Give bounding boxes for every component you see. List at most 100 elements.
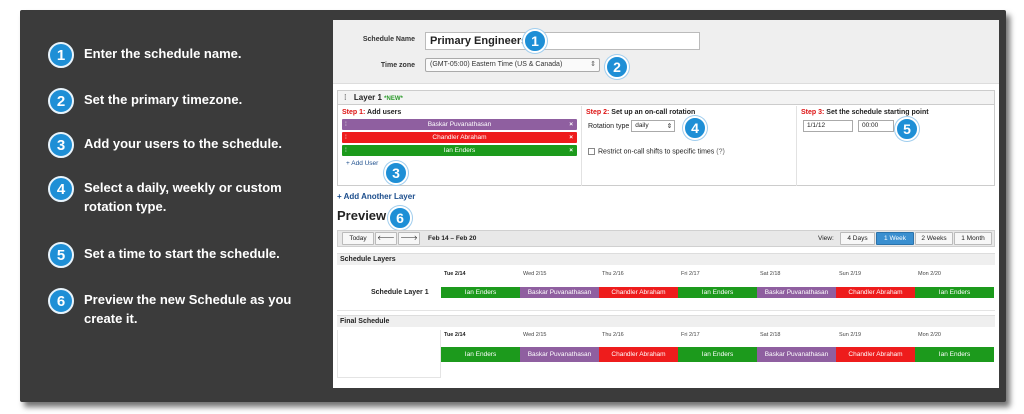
callout-badge-3: 3: [384, 161, 408, 185]
view-1-month-button[interactable]: 1 Month: [954, 232, 992, 245]
layer-panel: ⁞ Layer 1 *NEW* Step 1: Add users ⁞ Baska…: [337, 90, 995, 186]
layer-shift-bar[interactable]: Baskar Puvanathasan: [757, 287, 836, 298]
drag-handle-icon[interactable]: ⁞: [345, 145, 347, 156]
callout-badge-6: 6: [388, 206, 412, 230]
add-users-column: Step 1: Add users ⁞ Baskar Puvanathasan × …: [338, 106, 581, 186]
final-shift-bar[interactable]: Ian Enders: [915, 347, 994, 362]
restrict-row: Restrict on-call shifts to specific time…: [588, 148, 790, 155]
next-week-button[interactable]: 🡒: [398, 232, 420, 245]
schedule-editor-panel: Schedule Name Primary Engineers Time zon…: [333, 20, 999, 388]
schedule-name-label: Schedule Name: [362, 36, 415, 43]
step-text: Enter the schedule name.: [84, 46, 242, 61]
layer-shift-bar[interactable]: Ian Enders: [441, 287, 520, 298]
instruction-step-3: 3 Add your users to the schedule.: [48, 132, 299, 158]
schedule-form-header: Schedule Name Primary Engineers Time zon…: [333, 20, 999, 84]
step-text: Set a time to start the schedule.: [84, 246, 280, 261]
day-header: Mon 2/20: [918, 332, 941, 338]
final-schedule-heading: Final Schedule: [337, 315, 995, 327]
step3-title: Step 3: Set the schedule starting point: [801, 109, 929, 116]
timezone-label: Time zone: [380, 62, 415, 69]
view-1-week-button[interactable]: 1 Week: [876, 232, 914, 245]
user-bar[interactable]: ⁞ Chandler Abraham ×: [342, 132, 577, 143]
final-label-cell: [337, 330, 441, 378]
layer-shift-bar[interactable]: Ian Enders: [915, 287, 994, 298]
day-header: Sat 2/18: [760, 271, 781, 277]
arrow-right-icon: 🡒: [400, 235, 418, 242]
prev-week-button[interactable]: 🡐: [375, 232, 397, 245]
layer-shift-bar[interactable]: Baskar Puvanathasan: [520, 287, 599, 298]
day-header: Mon 2/20: [918, 271, 941, 277]
day-header: Thu 2/16: [602, 271, 624, 277]
layer-row-label: Schedule Layer 1: [371, 289, 429, 296]
drag-handle-icon[interactable]: ⁞: [345, 132, 347, 143]
help-icon[interactable]: (?): [716, 148, 725, 155]
drag-handle-icon[interactable]: ⁞: [344, 93, 347, 102]
restrict-checkbox[interactable]: [588, 148, 595, 155]
remove-user-icon[interactable]: ×: [569, 132, 573, 143]
select-arrows-icon: ⇕: [666, 123, 673, 130]
step-number-badge: 6: [48, 288, 74, 314]
layer-shift-bar[interactable]: Chandler Abraham: [599, 287, 678, 298]
step1-title: Step 1: Add users: [342, 109, 402, 116]
final-shift-bar[interactable]: Ian Enders: [441, 347, 520, 362]
day-header: Tue 2/14: [444, 271, 466, 277]
user-bar[interactable]: ⁞ Baskar Puvanathasan ×: [342, 119, 577, 130]
step-text: Add your users to the schedule.: [84, 136, 282, 151]
final-shift-bar[interactable]: Chandler Abraham: [836, 347, 915, 362]
day-header: Wed 2/15: [523, 271, 547, 277]
day-header: Fri 2/17: [681, 332, 700, 338]
instruction-step-1: 1 Enter the schedule name.: [48, 42, 299, 68]
callout-badge-4: 4: [683, 116, 707, 140]
day-header: Sun 2/19: [839, 332, 862, 338]
step-text: Preview the new Schedule as you create i…: [84, 292, 292, 326]
instruction-step-2: 2 Set the primary timezone.: [48, 88, 299, 114]
instruction-step-5: 5 Set a time to start the schedule.: [48, 242, 299, 268]
rotation-type-label: Rotation type: [588, 122, 630, 130]
step-number-badge: 2: [48, 88, 74, 114]
layer-title: Layer 1: [353, 93, 382, 102]
start-time-input[interactable]: 00:00: [857, 120, 894, 132]
day-header: Tue 2/14: [444, 332, 466, 338]
select-arrows-icon: ⇕: [590, 61, 596, 68]
day-header: Sat 2/18: [760, 332, 781, 338]
start-date-input[interactable]: 1/1/12: [803, 120, 853, 132]
today-button[interactable]: Today: [342, 232, 374, 245]
preview-toolbar: Today 🡐 🡒 Feb 14 – Feb 20 View: 4 Days 1…: [337, 230, 995, 247]
timezone-select[interactable]: (GMT-05:00) Eastern Time (US & Canada) ⇕: [425, 58, 600, 72]
layer-header: ⁞ Layer 1 *NEW*: [338, 91, 994, 105]
step-number-badge: 1: [48, 42, 74, 68]
callout-badge-5: 5: [895, 117, 919, 141]
row-divider: [337, 310, 995, 311]
view-4-days-button[interactable]: 4 Days: [840, 232, 875, 245]
timezone-value: (GMT-05:00) Eastern Time (US & Canada): [430, 61, 563, 68]
step-number-badge: 4: [48, 176, 74, 202]
schedule-name-input[interactable]: Primary Engineers: [425, 32, 700, 50]
step-text: Set the primary timezone.: [84, 92, 243, 107]
user-bar[interactable]: ⁞ Ian Enders ×: [342, 145, 577, 156]
final-shift-bar[interactable]: Baskar Puvanathasan: [757, 347, 836, 362]
remove-user-icon[interactable]: ×: [569, 145, 573, 156]
final-shift-bar[interactable]: Chandler Abraham: [599, 347, 678, 362]
restrict-label: Restrict on-call shifts to specific time…: [598, 148, 715, 156]
starting-point-column: Step 3: Set the schedule starting point …: [796, 106, 994, 186]
preview-title: Preview: [337, 208, 387, 223]
arrow-left-icon: 🡐: [377, 235, 395, 242]
remove-user-icon[interactable]: ×: [569, 119, 573, 130]
callout-badge-2: 2: [605, 55, 629, 79]
final-shift-bar[interactable]: Ian Enders: [678, 347, 757, 362]
add-user-link[interactable]: + Add User: [346, 160, 573, 167]
rotation-type-select[interactable]: daily ⇕: [631, 120, 676, 132]
day-header: Sun 2/19: [839, 271, 862, 277]
drag-handle-icon[interactable]: ⁞: [345, 119, 347, 130]
add-layer-link[interactable]: + Add Another Layer: [337, 192, 415, 201]
callout-badge-1: 1: [523, 29, 547, 53]
final-shift-bar[interactable]: Baskar Puvanathasan: [520, 347, 599, 362]
day-header: Fri 2/17: [681, 271, 700, 277]
new-badge: *NEW*: [384, 96, 403, 102]
layer-shift-bar[interactable]: Ian Enders: [678, 287, 757, 298]
step-number-badge: 5: [48, 242, 74, 268]
view-2-weeks-button[interactable]: 2 Weeks: [915, 232, 953, 245]
layer-shift-bar[interactable]: Chandler Abraham: [836, 287, 915, 298]
step2-title: Step 2: Set up an on-call rotation: [586, 109, 696, 116]
step-number-badge: 3: [48, 132, 74, 158]
